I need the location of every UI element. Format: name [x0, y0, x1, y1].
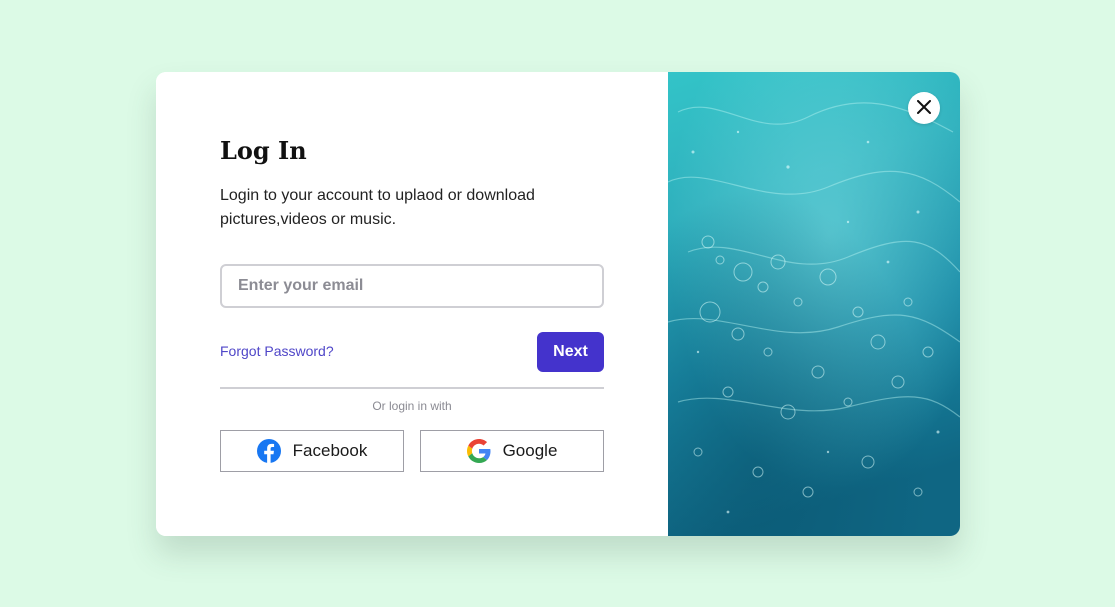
- email-field[interactable]: [220, 264, 604, 308]
- close-button[interactable]: [908, 92, 940, 124]
- google-button-label: Google: [502, 441, 558, 460]
- login-modal: Log In Login to your account to uplaod o…: [156, 72, 960, 536]
- google-icon: [466, 439, 491, 463]
- water-image: [668, 72, 960, 536]
- facebook-button-label: Facebook: [292, 441, 368, 460]
- login-subtitle: Login to your account to uplaod or downl…: [220, 187, 535, 228]
- hero-image: [668, 72, 960, 536]
- facebook-icon: [256, 439, 281, 463]
- facebook-login-button[interactable]: Facebook: [220, 430, 404, 472]
- page-title: Log In: [220, 136, 307, 165]
- divider-label: Or login in with: [372, 399, 452, 413]
- divider: [220, 387, 604, 389]
- google-login-button[interactable]: Google: [420, 430, 604, 472]
- login-form-panel: Log In Login to your account to uplaod o…: [156, 72, 668, 536]
- close-icon: [917, 99, 931, 117]
- forgot-password-link[interactable]: Forgot Password?: [220, 343, 334, 359]
- next-button[interactable]: Next: [537, 332, 604, 372]
